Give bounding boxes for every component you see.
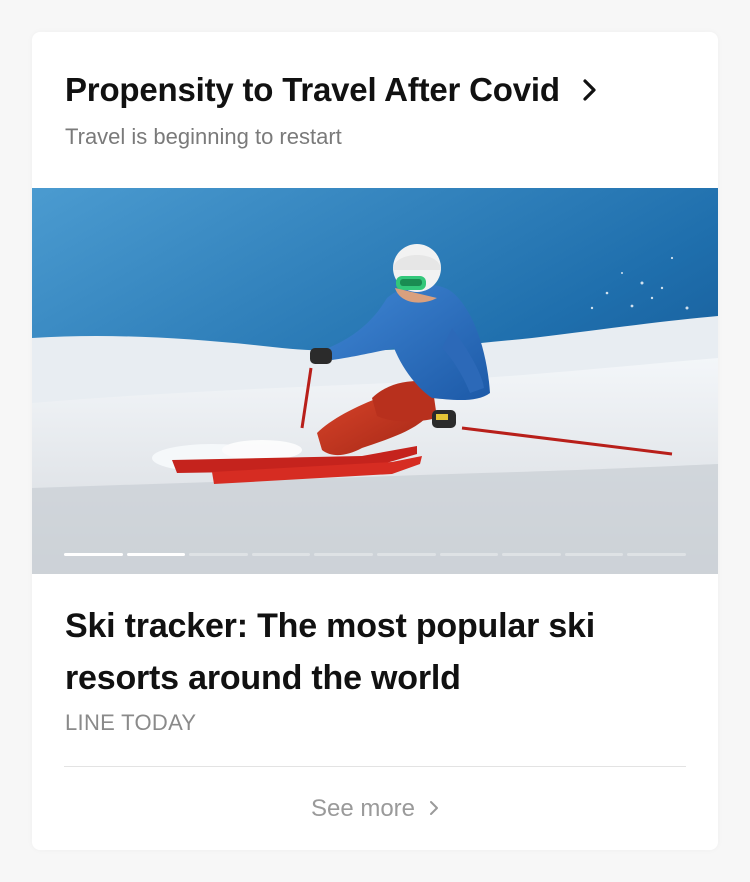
article-link[interactable]: Ski tracker: The most popular ski resort… bbox=[65, 600, 688, 736]
carousel-pager bbox=[64, 553, 686, 556]
carousel-dot[interactable] bbox=[126, 553, 186, 556]
chevron-right-icon bbox=[429, 795, 439, 823]
carousel-dot[interactable] bbox=[502, 553, 561, 556]
article-source: LINE TODAY bbox=[65, 710, 197, 735]
card-header[interactable]: Propensity to Travel After Covid Travel … bbox=[65, 70, 688, 170]
story-card: Propensity to Travel After Covid Travel … bbox=[32, 32, 718, 850]
hero-image[interactable] bbox=[32, 188, 718, 574]
card-title: Propensity to Travel After Covid bbox=[65, 71, 560, 108]
carousel-dot[interactable] bbox=[64, 553, 123, 556]
carousel-dot[interactable] bbox=[376, 553, 436, 556]
carousel-dot[interactable] bbox=[189, 553, 248, 556]
see-more-button[interactable]: See more bbox=[32, 790, 718, 828]
title-row: Propensity to Travel After Covid bbox=[65, 70, 688, 110]
card-subtitle: Travel is beginning to restart bbox=[65, 124, 342, 149]
carousel-dot[interactable] bbox=[627, 553, 686, 556]
see-more-label: See more bbox=[310, 795, 416, 822]
carousel-dot[interactable] bbox=[439, 553, 499, 556]
carousel-dot[interactable] bbox=[251, 553, 311, 556]
carousel-dot[interactable] bbox=[564, 553, 624, 556]
article-title: Ski tracker: The most popular ski resort… bbox=[65, 607, 596, 697]
chevron-right-icon bbox=[578, 78, 602, 102]
carousel-dot[interactable] bbox=[314, 553, 373, 556]
divider bbox=[64, 766, 686, 767]
skier-photo bbox=[32, 188, 718, 574]
